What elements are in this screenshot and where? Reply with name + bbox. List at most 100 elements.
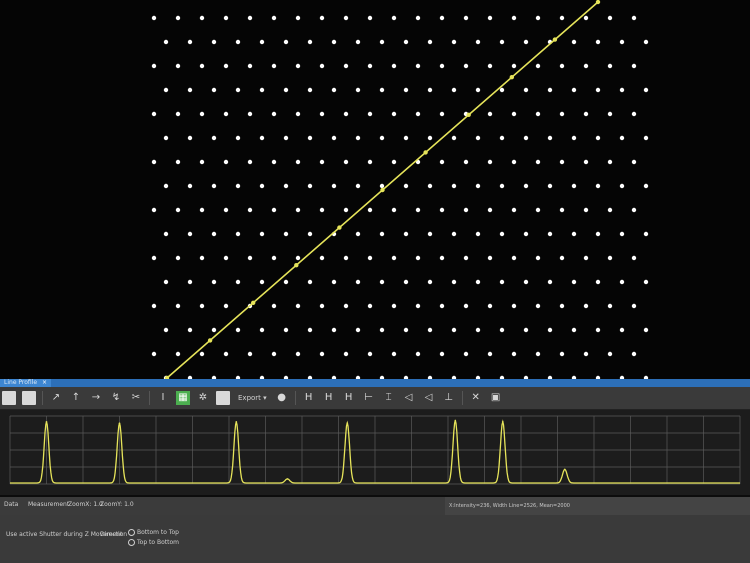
lattice-dot (247, 159, 253, 165)
close-icon[interactable]: × (42, 379, 47, 387)
delete-icon[interactable]: ✕ (469, 391, 483, 405)
lattice-dot (391, 207, 397, 213)
arrow-right-icon[interactable]: → (89, 391, 103, 405)
lattice-dot (571, 279, 577, 285)
lattice-dot (487, 111, 493, 117)
h-marker-icon[interactable]: H (302, 391, 316, 405)
scissors-icon[interactable]: ✂ (129, 391, 143, 405)
curve-icon[interactable]: ↯ (109, 391, 123, 405)
lattice-dot (223, 303, 229, 309)
lattice-dot (235, 87, 241, 93)
lattice-dot (199, 159, 205, 165)
lattice-dot (307, 39, 313, 45)
lattice-dot (355, 327, 361, 333)
export-dropdown[interactable]: Export ▾ (236, 391, 269, 405)
lattice-dot (163, 279, 169, 285)
square-icon[interactable] (22, 391, 36, 405)
export-icon[interactable] (216, 391, 230, 405)
dot-lattice-image (151, 0, 649, 381)
lattice-dot (319, 207, 325, 213)
lattice-dot (247, 255, 253, 261)
lattice-dot (499, 87, 505, 93)
lattice-dot (199, 15, 205, 21)
lattice-dot (571, 183, 577, 189)
line-profile-plot[interactable] (0, 410, 750, 495)
lattice-dot (427, 39, 433, 45)
zoom-x-readout: ZoomX: 1.0 (68, 501, 103, 508)
lattice-dot (355, 135, 361, 141)
lattice-dot (415, 255, 421, 261)
lattice-dot (319, 159, 325, 165)
cursor-icon[interactable]: I (156, 391, 170, 405)
lattice-dot (175, 207, 181, 213)
gear-icon[interactable]: ✲ (196, 391, 210, 405)
arrow-up-icon[interactable]: ↑ (69, 391, 83, 405)
lattice-dot (547, 327, 553, 333)
radio-top-to-bottom[interactable]: Top to Bottom (128, 539, 179, 546)
profile-peak-point (235, 420, 238, 423)
lattice-dot (295, 207, 301, 213)
h-marker-icon[interactable]: H (322, 391, 336, 405)
lattice-dot (223, 63, 229, 69)
line-tool-icon[interactable]: ↗ (49, 391, 63, 405)
triangle-left-icon[interactable]: ◁ (422, 391, 436, 405)
lattice-dot (439, 207, 445, 213)
lattice-dot (439, 303, 445, 309)
lattice-dot (511, 15, 517, 21)
lattice-dot (223, 111, 229, 117)
lattice-dot (559, 111, 565, 117)
lattice-dot (187, 39, 193, 45)
toolbar-separator (294, 391, 296, 405)
lattice-dot (643, 327, 649, 333)
status-tab-measurement[interactable]: Measurement (28, 501, 69, 508)
green-toggle-icon[interactable]: ▦ (176, 391, 190, 405)
lattice-dot (463, 15, 469, 21)
lattice-dot (475, 279, 481, 285)
lattice-dot (451, 279, 457, 285)
image-viewport[interactable] (0, 0, 750, 382)
radio-icon (128, 539, 135, 546)
lattice-dot (631, 63, 637, 69)
save-icon[interactable]: ▣ (489, 391, 503, 405)
lattice-dot (451, 327, 457, 333)
lattice-dot (451, 87, 457, 93)
status-tab-data[interactable]: Data (4, 501, 18, 508)
lattice-dot (595, 231, 601, 237)
text-cursor-icon[interactable]: ⌶ (382, 391, 396, 405)
lattice-dot (175, 351, 181, 357)
bracket-icon[interactable]: ⊢ (362, 391, 376, 405)
triangle-left-icon[interactable]: ◁ (402, 391, 416, 405)
panel-tab[interactable]: Line Profile × (0, 379, 52, 387)
lattice-dot (643, 231, 649, 237)
lattice-dot (619, 231, 625, 237)
lattice-dot (331, 87, 337, 93)
circle-icon[interactable]: ● (275, 391, 289, 405)
profile-line-node (207, 338, 213, 343)
h-marker-icon[interactable]: H (342, 391, 356, 405)
lattice-dot (607, 15, 613, 21)
lattice-dot (295, 15, 301, 21)
lattice-dot (343, 207, 349, 213)
lattice-dot (283, 327, 289, 333)
lattice-dot (283, 279, 289, 285)
lattice-dot (295, 159, 301, 165)
lattice-dot (451, 39, 457, 45)
lattice-dot (247, 207, 253, 213)
lattice-dot (151, 159, 157, 165)
lattice-dot (583, 159, 589, 165)
lattice-dot (439, 255, 445, 261)
pin-icon[interactable]: ⊥ (442, 391, 456, 405)
lattice-dot (415, 303, 421, 309)
lattice-dot (547, 135, 553, 141)
lattice-dot (307, 279, 313, 285)
square-icon[interactable] (2, 391, 16, 405)
lattice-dot (583, 63, 589, 69)
lattice-dot (547, 279, 553, 285)
lattice-dot (379, 279, 385, 285)
lattice-dot (319, 111, 325, 117)
lattice-dot (211, 135, 217, 141)
lattice-dot (259, 327, 265, 333)
radio-bottom-to-top[interactable]: Bottom to Top (128, 529, 179, 536)
lattice-dot (151, 303, 157, 309)
lattice-dot (415, 63, 421, 69)
